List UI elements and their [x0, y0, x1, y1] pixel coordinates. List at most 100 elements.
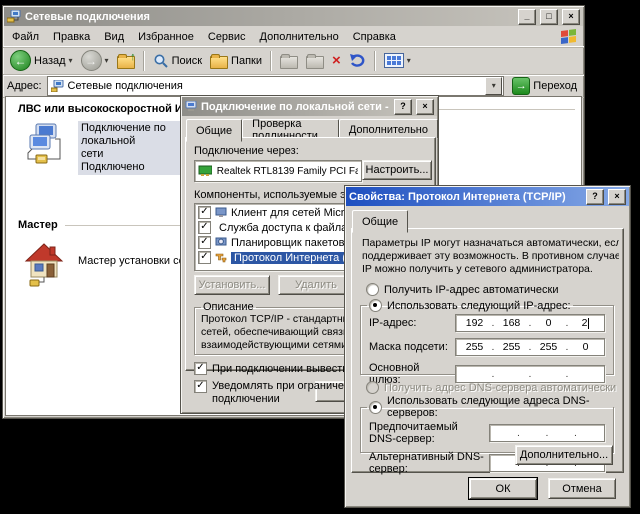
advanced-button[interactable]: Дополнительно... [515, 445, 613, 465]
lan-dialog-icon [185, 101, 197, 112]
radio-selected-icon[interactable] [369, 401, 382, 414]
ip-address-row: IP-адрес: 192. 168. 0. 2 [369, 314, 605, 332]
back-dropdown-icon[interactable]: ▾ [69, 57, 73, 65]
client-icon [215, 207, 227, 218]
address-dropdown-button[interactable]: ▾ [485, 77, 502, 95]
go-button[interactable]: → Переход [509, 76, 580, 96]
checkbox-checked-icon[interactable]: ✓ [198, 221, 211, 234]
titlebar[interactable]: Сетевые подключения _ □ × [4, 7, 583, 26]
menu-edit[interactable]: Правка [46, 29, 97, 45]
radio-disabled-icon [366, 381, 379, 394]
tcpip-cancel-button[interactable]: Отмена [548, 478, 616, 499]
back-icon: ← [10, 50, 31, 71]
ip-address-field[interactable]: 192. 168. 0. 2 [455, 314, 605, 332]
connect-through-label: Подключение через: [194, 145, 431, 157]
go-label: Переход [533, 80, 577, 92]
help-icon[interactable]: ? [586, 189, 604, 205]
back-button[interactable]: ← Назад ▾ [7, 49, 76, 72]
radio-selected-icon[interactable] [369, 299, 382, 312]
go-icon: → [512, 77, 530, 95]
preferred-dns-field[interactable]: . . . [489, 424, 605, 442]
auto-dns-radio-row: Получить адрес DNS-сервера автоматически [366, 381, 616, 394]
views-button[interactable]: ▾ [381, 52, 414, 69]
views-icon [384, 53, 404, 68]
tcpip-dialog-tabs: Общие [352, 210, 408, 231]
views-dropdown-icon[interactable]: ▾ [407, 57, 411, 65]
tcpip-dialog-title: Свойства: Протокол Интернета (TCP/IP) [349, 191, 582, 203]
minimize-icon[interactable]: _ [518, 9, 536, 25]
tab-general[interactable]: Общие [186, 119, 242, 142]
configure-button[interactable]: Настроить... [362, 160, 432, 180]
auto-ip-radio-label: Получить IP-адрес автоматически [384, 284, 558, 296]
address-network-icon [51, 80, 64, 92]
menu-view[interactable]: Вид [97, 29, 131, 45]
lan-dialog-titlebar[interactable]: Подключение по локальной сети - свойства… [182, 97, 437, 116]
folders-label: Папки [231, 55, 262, 67]
radio-unselected-icon[interactable] [366, 283, 379, 296]
wizard-item[interactable]: Мастер установки сети [78, 255, 196, 268]
checkbox-checked-icon[interactable]: ✓ [198, 236, 211, 249]
folders-icon [210, 56, 228, 69]
tcpip-ok-button[interactable]: ОК [469, 478, 537, 499]
delete-button[interactable]: × [329, 52, 344, 69]
toolbar-separator [374, 51, 376, 71]
maximize-icon[interactable]: □ [540, 9, 558, 25]
checkbox-checked-icon[interactable]: ✓ [198, 206, 211, 219]
copy-to-button[interactable] [303, 52, 327, 70]
uninstall-button[interactable]: Удалить [278, 275, 354, 295]
network-setup-wizard-icon[interactable] [22, 239, 68, 289]
forward-dropdown-icon[interactable]: ▾ [105, 57, 109, 65]
checkbox-checked-icon[interactable]: ✓ [198, 251, 211, 264]
folders-button[interactable]: Папки [207, 52, 265, 70]
tab-advanced[interactable]: Дополнительно [339, 119, 438, 139]
menu-file[interactable]: Файл [5, 29, 46, 45]
menu-advanced[interactable]: Дополнительно [253, 29, 346, 45]
manual-ip-radio-row[interactable]: Использовать следующий IP-адрес: [369, 299, 571, 312]
copy-to-icon [306, 56, 324, 69]
checkbox-checked-icon[interactable]: ✓ [194, 380, 207, 393]
undo-button[interactable] [346, 52, 369, 69]
tab-authentication[interactable]: Проверка подлинности [242, 119, 339, 139]
help-icon[interactable]: ? [394, 99, 412, 115]
description-legend: Описание [201, 301, 256, 313]
move-to-button[interactable] [277, 52, 301, 70]
move-to-icon [280, 56, 298, 69]
close-icon[interactable]: × [608, 189, 626, 205]
back-label: Назад [34, 55, 66, 67]
group-header-wizard-title: Мастер [18, 219, 58, 231]
manual-dns-radio-label: Использовать следующие адреса DNS-сервер… [387, 395, 611, 419]
tcpip-protocol-icon [215, 252, 227, 263]
lan-connection-icon[interactable] [22, 123, 68, 171]
chevron-down-icon: ▾ [492, 82, 496, 90]
wizard-item-label: Мастер установки сети [78, 255, 196, 267]
intro-line2: поддерживает эту возможность. В противно… [362, 250, 619, 263]
address-combobox[interactable]: Сетевые подключения ▾ [47, 76, 505, 96]
up-button[interactable]: ↑ [114, 52, 138, 70]
adapter-field: Realtek RTL8139 Family PCI Fast Et [194, 160, 362, 182]
intro-text: Параметры IP могут назначаться автоматич… [362, 237, 619, 276]
menu-tools[interactable]: Сервис [201, 29, 253, 45]
address-label: Адрес: [7, 80, 42, 92]
manual-dns-radio-row[interactable]: Использовать следующие адреса DNS-сервер… [369, 395, 611, 419]
menu-bar: Файл Правка Вид Избранное Сервис Дополни… [3, 27, 584, 47]
manual-ip-group: Использовать следующий IP-адрес: IP-адре… [360, 299, 614, 375]
forward-button[interactable]: → ▾ [78, 49, 112, 72]
close-icon[interactable]: × [416, 99, 434, 115]
menu-favorites[interactable]: Избранное [131, 29, 201, 45]
tab-general[interactable]: Общие [352, 210, 408, 233]
network-adapter-icon [198, 165, 212, 177]
menu-help[interactable]: Справка [346, 29, 403, 45]
install-button[interactable]: Установить... [194, 275, 270, 295]
window-title: Сетевые подключения [25, 11, 514, 23]
search-button[interactable]: Поиск [150, 52, 205, 70]
address-value[interactable]: Сетевые подключения [68, 80, 183, 92]
close-icon[interactable]: × [562, 9, 580, 25]
subnet-mask-field[interactable]: 255. 255. 255. 0 [455, 338, 605, 356]
tcpip-dialog-titlebar[interactable]: Свойства: Протокол Интернета (TCP/IP) ? … [346, 187, 629, 206]
auto-ip-radio-row[interactable]: Получить IP-адрес автоматически [366, 283, 558, 296]
manual-ip-radio-label: Использовать следующий IP-адрес: [387, 300, 571, 312]
text-caret [588, 318, 589, 329]
tcpip-tabpage: Параметры IP могут назначаться автоматич… [351, 228, 624, 473]
checkbox-checked-icon[interactable]: ✓ [194, 362, 207, 375]
ip-address-label: IP-адрес: [369, 317, 450, 329]
